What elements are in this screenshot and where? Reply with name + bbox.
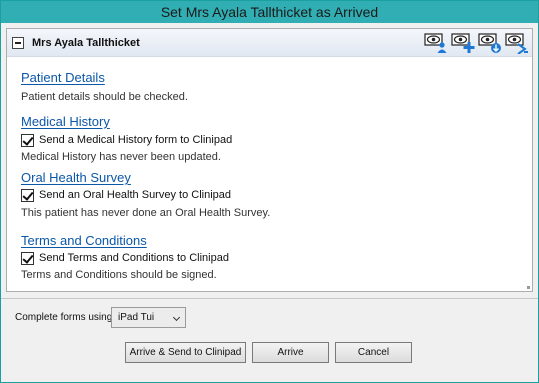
scrollbar-grip[interactable]	[527, 286, 530, 289]
eye-person-icon[interactable]	[424, 32, 448, 54]
section-text-patient-details: Patient details should be checked.	[21, 91, 188, 103]
section-text-medical-history: Medical History has never been updated.	[21, 151, 221, 163]
window-title: Set Mrs Ayala Tallthicket as Arrived	[1, 1, 538, 23]
eye-arrow-icon[interactable]	[505, 32, 529, 54]
dialog-window: Set Mrs Ayala Tallthicket as Arrived Mrs…	[0, 0, 539, 383]
medical-history-checkbox-label: Send a Medical History form to Clinipad	[39, 134, 233, 146]
oral-health-checkbox[interactable]	[21, 189, 34, 202]
eye-plus-icon[interactable]	[451, 32, 475, 54]
eye-download-icon[interactable]	[478, 32, 502, 54]
collapse-button[interactable]	[12, 37, 24, 49]
oral-health-checkbox-label: Send an Oral Health Survey to Clinipad	[39, 189, 231, 201]
section-text-oral-health: This patient has never done an Oral Heal…	[21, 207, 271, 219]
forms-panel: Mrs Ayala Tallthicket Patient Details Pa…	[6, 28, 533, 292]
section-text-terms: Terms and Conditions should be signed.	[21, 269, 217, 281]
section-title-patient-details[interactable]: Patient Details	[21, 70, 105, 85]
section-title-terms[interactable]: Terms and Conditions	[21, 233, 147, 248]
terms-checkbox-label: Send Terms and Conditions to Clinipad	[39, 252, 229, 264]
patient-name: Mrs Ayala Tallthicket	[32, 37, 140, 49]
device-select[interactable]: iPad Tui	[111, 307, 186, 328]
section-title-medical-history[interactable]: Medical History	[21, 114, 110, 129]
patient-header: Mrs Ayala Tallthicket	[7, 29, 532, 57]
cancel-button[interactable]: Cancel	[335, 342, 412, 363]
complete-forms-label: Complete forms using	[15, 312, 113, 323]
footer-divider	[1, 298, 538, 299]
arrive-button[interactable]: Arrive	[252, 342, 329, 363]
medical-history-checkbox[interactable]	[21, 134, 34, 147]
section-title-oral-health[interactable]: Oral Health Survey	[21, 170, 131, 185]
arrive-send-button[interactable]: Arrive & Send to Clinipad	[125, 342, 246, 363]
chevron-down-icon	[172, 313, 181, 322]
terms-checkbox[interactable]	[21, 252, 34, 265]
device-select-value: iPad Tui	[118, 312, 155, 323]
